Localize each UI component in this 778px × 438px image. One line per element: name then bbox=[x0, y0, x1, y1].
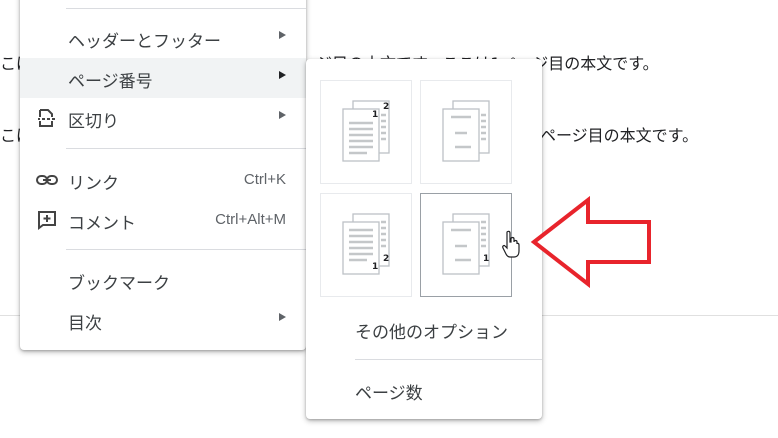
menu-separator bbox=[66, 8, 306, 9]
page-count-item[interactable]: ページ数 bbox=[355, 379, 423, 404]
menu-item-shortcut: Ctrl+Alt+M bbox=[215, 211, 286, 228]
submenu-arrow-icon bbox=[279, 31, 286, 39]
page-break-icon bbox=[36, 108, 58, 128]
menu-item-label: 区切り bbox=[68, 112, 119, 132]
menu-item-comment[interactable]: コメント Ctrl+Alt+M bbox=[20, 200, 306, 240]
menu-item-label: ブックマーク bbox=[68, 274, 170, 294]
page-number-label: 1 bbox=[483, 254, 490, 264]
menu-item-shortcut: Ctrl+K bbox=[243, 171, 286, 188]
menu-item-label: ページ番号 bbox=[68, 72, 153, 92]
submenu-arrow-icon bbox=[279, 71, 286, 79]
add-comment-icon bbox=[36, 210, 58, 230]
menu-item-label: 目次 bbox=[68, 314, 102, 334]
menu-item-link[interactable]: リンク Ctrl+K bbox=[20, 160, 306, 200]
submenu-arrow-icon bbox=[279, 111, 286, 119]
annotation-arrow-icon bbox=[528, 195, 654, 292]
menu-item-bookmark[interactable]: ブックマーク bbox=[20, 260, 306, 300]
page-number-option-header-skip-first[interactable] bbox=[420, 80, 512, 184]
more-options-item[interactable]: その他のオプション bbox=[355, 318, 508, 343]
page-number-label: 2 bbox=[383, 254, 390, 264]
menu-item-label: リンク bbox=[68, 174, 119, 194]
menu-item-page-numbers[interactable]: ページ番号 bbox=[20, 58, 306, 98]
menu-separator bbox=[66, 249, 306, 250]
page-number-label: 1 bbox=[372, 110, 379, 120]
menu-item-break[interactable]: 区切り bbox=[20, 98, 306, 138]
page-number-option-footer-all[interactable]: 1 2 bbox=[320, 193, 412, 297]
menu-item-label: コメント bbox=[68, 214, 136, 234]
page-number-label: 1 bbox=[372, 262, 379, 272]
submenu-arrow-icon bbox=[279, 313, 286, 321]
menu-item-header-footer[interactable]: ヘッダーとフッター bbox=[20, 18, 306, 58]
hand-cursor-icon bbox=[502, 230, 520, 262]
doc-text-line-2: ページ目の本文です。 bbox=[540, 126, 699, 145]
page-number-option-header-all[interactable]: 1 2 bbox=[320, 80, 412, 184]
menu-item-label: ヘッダーとフッター bbox=[68, 32, 221, 52]
insert-menu: ヘッダーとフッター ページ番号 区切り リンク Ctrl+K コメント Ctrl… bbox=[20, 0, 306, 350]
menu-separator bbox=[66, 148, 306, 149]
page-number-option-footer-skip-first[interactable]: 1 bbox=[420, 193, 512, 297]
page-number-label: 2 bbox=[383, 102, 390, 112]
link-icon bbox=[36, 170, 58, 190]
menu-item-toc[interactable]: 目次 bbox=[20, 300, 306, 340]
submenu-separator bbox=[355, 359, 542, 360]
